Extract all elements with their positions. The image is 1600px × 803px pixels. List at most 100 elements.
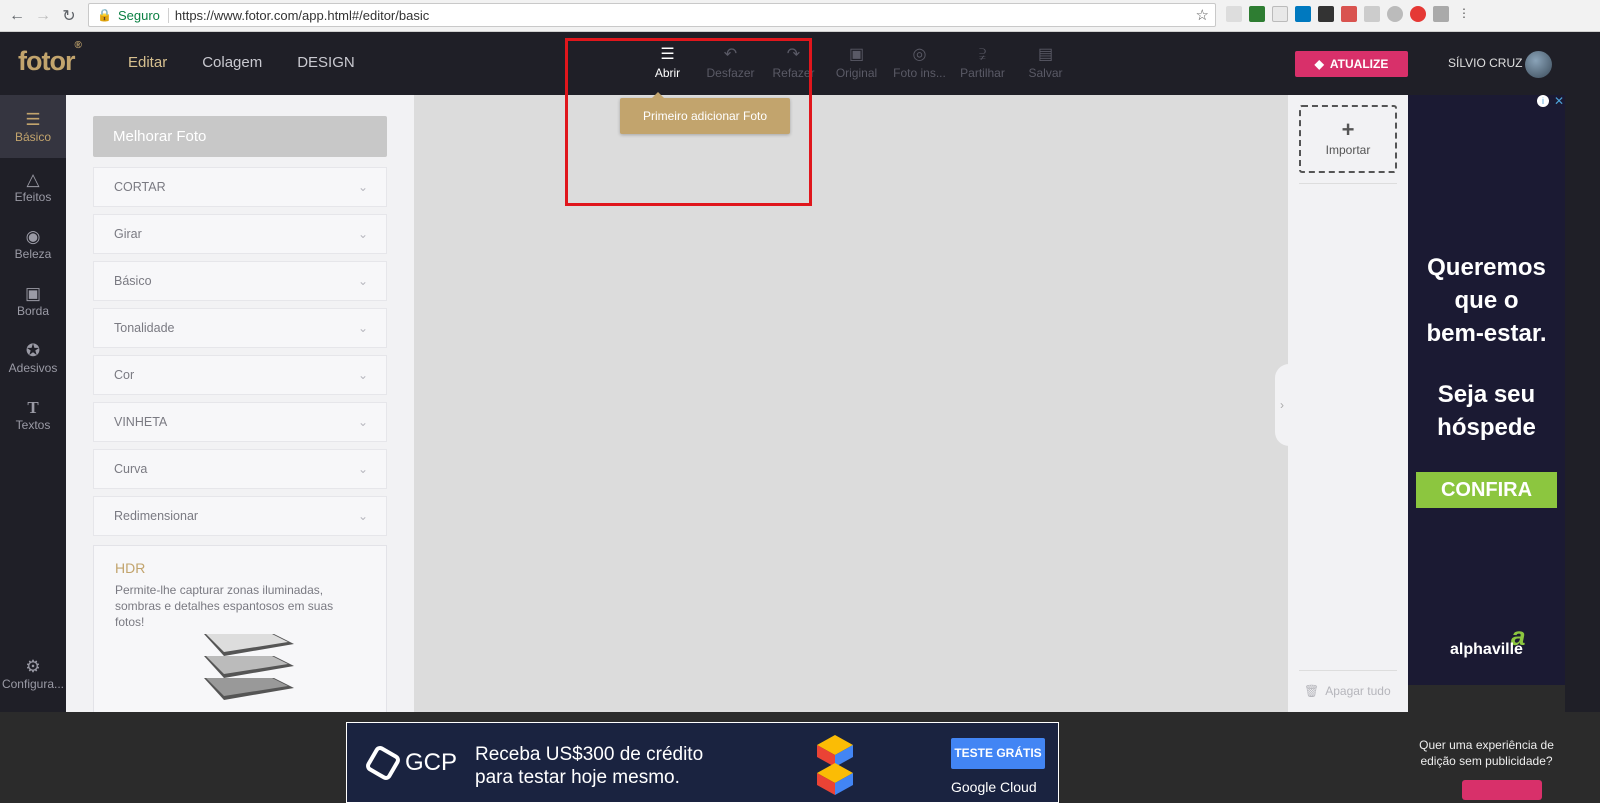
address-bar[interactable]: 🔒 Seguro https://www.fotor.com/app.html#… (88, 3, 1216, 27)
trello-icon[interactable] (1295, 6, 1311, 22)
top-nav: Editar Colagem DESIGN (128, 54, 355, 71)
menu-icon[interactable]: ⋮ (1456, 6, 1472, 22)
divider (1299, 670, 1397, 671)
ad-text: bem-estar. (1426, 320, 1547, 347)
focus-icon: ◎ (912, 46, 927, 63)
eye-icon: ◉ (25, 226, 41, 246)
import-panel: + Importar 🗑 Apagar tudo (1288, 95, 1408, 712)
original-button[interactable]: ▣ Original (825, 44, 888, 80)
hdr-title: HDR (115, 560, 146, 576)
clear-all-button[interactable]: 🗑 Apagar tudo (1304, 684, 1391, 698)
adjustments-panel: Melhorar Foto CORTAR ⌄ Girar ⌄ Básico ⌄ Ton… (66, 95, 414, 712)
sidebar-item-textos[interactable]: T Textos (0, 386, 66, 443)
section-girar[interactable]: Girar ⌄ (93, 214, 387, 254)
chevron-down-icon: ⌄ (357, 509, 368, 523)
download-extension-icon[interactable] (1249, 6, 1265, 22)
bottom-ad-area: GCP Receba US$300 de crédito para testar… (0, 712, 1600, 803)
extension-icon[interactable] (1272, 6, 1288, 22)
star-icon: ✪ (25, 340, 41, 360)
hdr-description: Permite-lhe capturar zonas iluminadas, s… (115, 583, 334, 629)
nav-colagem[interactable]: Colagem (202, 54, 262, 71)
youtube-icon[interactable] (1410, 6, 1426, 22)
extension-icon[interactable] (1364, 6, 1380, 22)
section-basico[interactable]: Básico ⌄ (93, 261, 387, 301)
tool-sidebar: ☰ Básico △ Efeitos ◉ Beleza ▣ Borda ✪ Ad… (0, 95, 66, 712)
bookmark-star-icon[interactable]: ☆ (1196, 6, 1209, 24)
gear-icon: ⚙ (25, 657, 41, 676)
chevron-down-icon: ⌄ (357, 180, 368, 194)
cubes-illustration-icon (817, 735, 853, 795)
section-tonalidade[interactable]: Tonalidade ⌄ (93, 308, 387, 348)
enhance-photo-button[interactable]: Melhorar Foto (93, 116, 387, 157)
ad-text: Seja seu (1437, 381, 1536, 408)
ad-text: Queremos (1427, 254, 1546, 281)
upgrade-button[interactable]: ◆ ATUALIZE (1295, 51, 1408, 77)
skype-icon[interactable] (1387, 6, 1403, 22)
ad-banner-right[interactable]: Queremos que o bem-estar. Seja seu hóspe… (1408, 95, 1565, 685)
sidebar-item-adesivos[interactable]: ✪ Adesivos (0, 329, 66, 386)
extensions-bar: ⋮ (1226, 6, 1472, 22)
info-icon[interactable]: i (1537, 95, 1549, 107)
chevron-down-icon: ⌄ (357, 415, 368, 429)
extension-icon[interactable] (1433, 6, 1449, 22)
ad-cta-button[interactable]: CONFIRA (1416, 472, 1557, 508)
no-ads-prompt: Quer uma experiência de edição sem publi… (1419, 738, 1554, 768)
sidebar-item-beleza[interactable]: ◉ Beleza (0, 215, 66, 272)
divider (1299, 183, 1397, 184)
url-text[interactable]: https://www.fotor.com/app.html#/editor/b… (175, 8, 429, 23)
medium-icon[interactable] (1318, 6, 1334, 22)
nav-design[interactable]: DESIGN (297, 54, 355, 71)
frame-icon: ▣ (24, 283, 42, 303)
user-name[interactable]: SÍLVIO CRUZ (1448, 56, 1522, 70)
pdf-icon[interactable] (1341, 6, 1357, 22)
section-cortar[interactable]: CORTAR ⌄ (93, 167, 387, 207)
browser-chrome: ← → ↻ 🔒 Seguro https://www.fotor.com/app… (0, 0, 1600, 32)
chevron-down-icon: ⌄ (357, 368, 368, 382)
reload-icon[interactable]: ↻ (56, 3, 82, 29)
section-redimensionar[interactable]: Redimensionar ⌄ (93, 496, 387, 536)
extension-icon[interactable] (1226, 6, 1242, 22)
hdr-card[interactable]: HDR Permite-lhe capturar zonas iluminada… (93, 545, 387, 712)
photo-canvas[interactable] (414, 95, 1288, 712)
trash-icon: 🗑 (1304, 684, 1320, 698)
text-icon: T (27, 397, 39, 417)
secure-label: Seguro (118, 7, 169, 23)
sidebar-item-borda[interactable]: ▣ Borda (0, 272, 66, 329)
back-icon[interactable]: ← (4, 3, 30, 29)
gcp-ad-banner[interactable]: GCP Receba US$300 de crédito para testar… (346, 722, 1059, 803)
ad-text: que o (1454, 287, 1519, 314)
fotor-logo[interactable]: fotor® (18, 40, 82, 77)
lock-icon: 🔒 (97, 8, 112, 22)
remove-ads-button[interactable] (1462, 780, 1542, 800)
chevron-down-icon: ⌄ (357, 274, 368, 288)
gcp-ad-text: Receba US$300 de crédito para testar hoj… (475, 744, 704, 788)
save-icon: ▤ (1037, 46, 1054, 63)
ad-choices[interactable]: i ✕ (1537, 95, 1565, 107)
nav-editar[interactable]: Editar (128, 54, 167, 71)
save-button[interactable]: ▤ Salvar (1014, 44, 1077, 80)
avatar[interactable] (1525, 51, 1552, 78)
page-edge (1565, 32, 1600, 803)
section-cor[interactable]: Cor ⌄ (93, 355, 387, 395)
collapse-panel-button[interactable]: › (1275, 364, 1289, 446)
section-curva[interactable]: Curva ⌄ (93, 449, 387, 489)
free-trial-button[interactable]: TESTE GRÁTIS (951, 738, 1045, 769)
sliders-icon: ☰ (25, 109, 41, 129)
forward-icon[interactable]: → (30, 3, 56, 29)
plus-icon: + (1341, 117, 1355, 142)
chevron-down-icon: ⌄ (357, 321, 368, 335)
gcp-hex-icon (363, 743, 403, 783)
section-vinheta[interactable]: VINHETA ⌄ (93, 402, 387, 442)
photo-insight-button[interactable]: ◎ Foto ins... (888, 44, 951, 80)
share-button[interactable]: ⫌ Partilhar (951, 44, 1014, 80)
sidebar-item-basico[interactable]: ☰ Básico (0, 95, 66, 158)
sidebar-item-efeitos[interactable]: △ Efeitos (0, 158, 66, 215)
image-icon: ▣ (848, 46, 865, 63)
hdr-layers-icon (204, 634, 294, 700)
close-icon[interactable]: ✕ (1553, 95, 1565, 107)
import-button[interactable]: + Importar (1299, 105, 1397, 173)
settings-button[interactable]: ⚙ Configura... (0, 657, 66, 691)
google-cloud-label: Google Cloud (951, 779, 1037, 795)
chevron-down-icon: ⌄ (357, 227, 368, 241)
gcp-logo: GCP (363, 743, 457, 783)
